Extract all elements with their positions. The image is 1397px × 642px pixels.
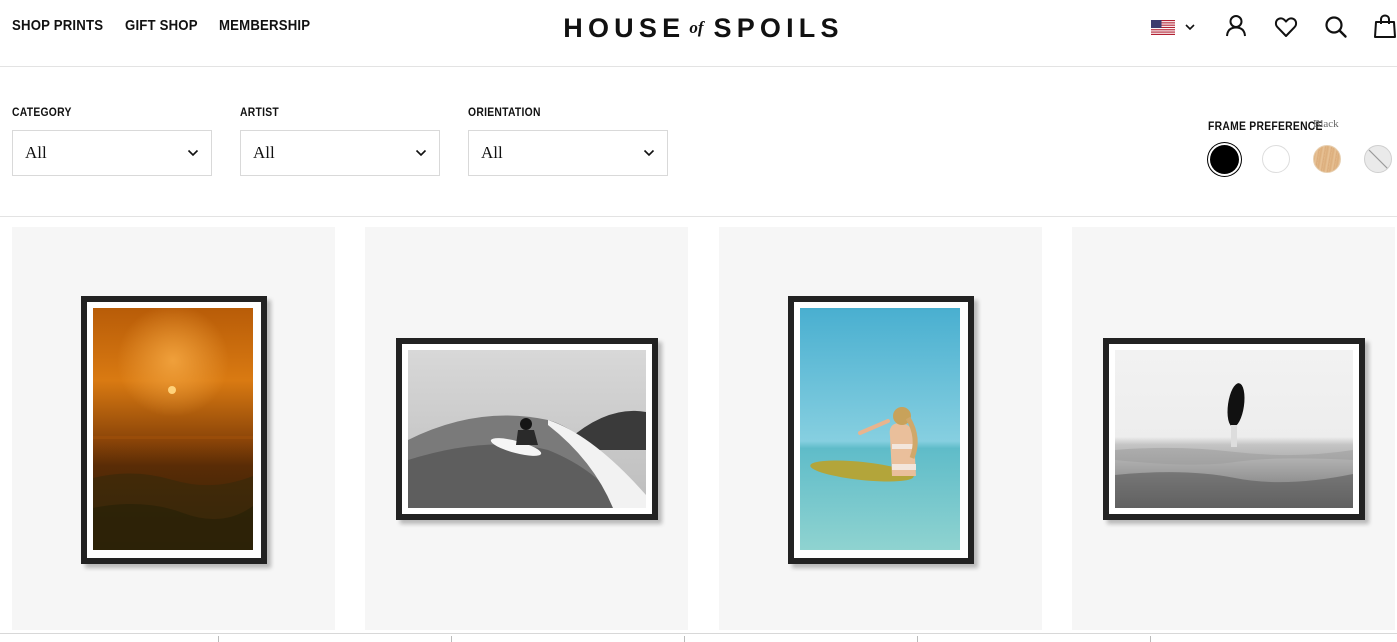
- orientation-label: ORIENTATION: [468, 107, 541, 119]
- artist-value: All: [253, 143, 275, 162]
- surfer-girl-photo: [800, 308, 960, 550]
- product-frame: [1103, 338, 1365, 520]
- site-logo[interactable]: HOUSE of SPOILS: [552, 11, 855, 45]
- orientation-select[interactable]: All: [468, 130, 668, 176]
- divider-tick: [684, 636, 685, 642]
- nav-gift-shop[interactable]: GIFT SHOP: [125, 17, 198, 34]
- category-select[interactable]: All: [12, 130, 212, 176]
- bag-icon[interactable]: [1372, 13, 1397, 39]
- divider-tick: [218, 636, 219, 642]
- artist-select[interactable]: All: [240, 130, 440, 176]
- divider-tick: [1150, 636, 1151, 642]
- chevron-down-icon[interactable]: [1184, 22, 1196, 32]
- logo-spoils: SPOILS: [713, 12, 844, 43]
- frame-preference-current: Black: [1313, 118, 1339, 130]
- category-value: All: [25, 143, 47, 162]
- frame-preference: FRAME PREFERENCE Black: [1208, 117, 1339, 135]
- site-header: SHOP PRINTS GIFT SHOP MEMBERSHIP HOUSE o…: [0, 0, 1397, 67]
- frame-swatch-none[interactable]: [1364, 145, 1392, 173]
- divider: [0, 633, 1397, 634]
- category-filter: CATEGORY All: [12, 107, 212, 176]
- frame-swatch-oak[interactable]: [1313, 145, 1341, 173]
- main-nav: SHOP PRINTS GIFT SHOP MEMBERSHIP: [12, 17, 323, 34]
- search-icon[interactable]: [1323, 14, 1349, 40]
- chevron-down-icon: [643, 149, 655, 157]
- product-frame: [396, 338, 658, 520]
- category-label: CATEGORY: [12, 107, 72, 119]
- us-flag-icon[interactable]: [1151, 20, 1175, 35]
- black-surfboard-photo: [1115, 350, 1353, 508]
- sunset-ocean-photo: [93, 308, 253, 550]
- artist-filter: ARTIST All: [240, 107, 440, 176]
- product-frame: [788, 296, 974, 564]
- nav-membership[interactable]: MEMBERSHIP: [219, 17, 310, 34]
- frame-preference-label: FRAME PREFERENCE: [1208, 121, 1323, 133]
- logo-house: HOUSE: [563, 12, 686, 43]
- chevron-down-icon: [187, 149, 199, 157]
- logo-of: of: [689, 18, 704, 37]
- filter-bar: CATEGORY All ARTIST All ORIENTATION All …: [0, 67, 1397, 217]
- divider-tick: [917, 636, 918, 642]
- product-frame: [81, 296, 267, 564]
- slash-icon: [1368, 149, 1390, 171]
- chevron-down-icon: [415, 149, 427, 157]
- frame-swatches: [1208, 144, 1397, 176]
- orientation-value: All: [481, 143, 503, 162]
- product-card[interactable]: [12, 227, 335, 630]
- product-card[interactable]: [1072, 227, 1395, 630]
- orientation-filter: ORIENTATION All: [468, 107, 668, 176]
- nav-shop-prints[interactable]: SHOP PRINTS: [12, 17, 103, 34]
- frame-swatch-black[interactable]: [1210, 145, 1239, 174]
- frame-swatch-white[interactable]: [1262, 145, 1290, 173]
- divider-tick: [451, 636, 452, 642]
- product-card[interactable]: [365, 227, 688, 630]
- artist-label: ARTIST: [240, 107, 279, 119]
- heart-icon[interactable]: [1273, 14, 1299, 40]
- product-card[interactable]: [719, 227, 1042, 630]
- account-icon[interactable]: [1223, 13, 1249, 39]
- black-white-surfer-photo: [408, 350, 646, 508]
